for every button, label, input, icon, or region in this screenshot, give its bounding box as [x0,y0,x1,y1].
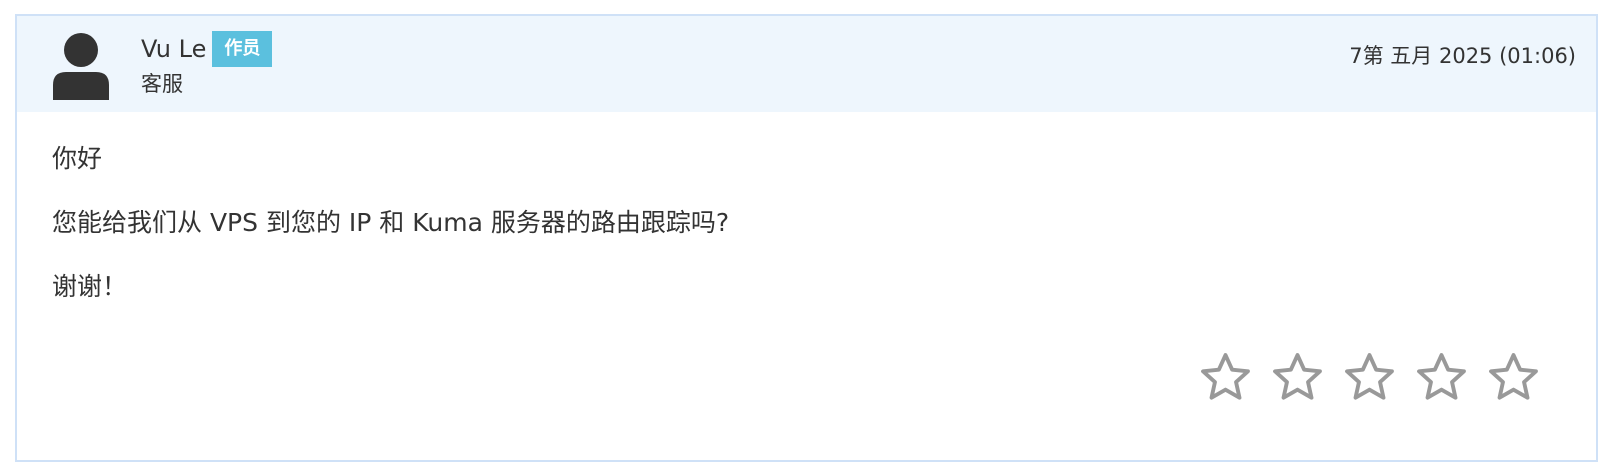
star-icon[interactable] [1198,350,1253,405]
star-icon[interactable] [1270,350,1325,405]
star-icon[interactable] [1414,350,1469,405]
reply-timestamp: 7第 五月 2025 (01:06) [1349,44,1576,68]
author-info: Vu Le 作员 客服 [141,31,273,98]
star-icon[interactable] [1486,350,1541,405]
message-line: 你好 [52,144,103,173]
author-name: Vu Le [141,35,207,63]
user-avatar-icon [50,32,112,100]
reply-rating [1198,350,1541,405]
star-icon[interactable] [1342,350,1397,405]
staff-badge: 作员 [212,31,273,67]
reply-header: Vu Le 作员 客服 7第 五月 2025 (01:06) [17,16,1596,112]
message-line: 谢谢！ [52,272,128,301]
reply-message: 你好 您能给我们从 VPS 到您的 IP 和 Kuma 服务器的路由跟踪吗? 谢… [52,139,729,331]
author-role: 客服 [141,72,183,96]
message-line: 您能给我们从 VPS 到您的 IP 和 Kuma 服务器的路由跟踪吗? [52,208,730,237]
ticket-reply-card: Vu Le 作员 客服 7第 五月 2025 (01:06) 你好 您能给我们从… [15,14,1598,462]
